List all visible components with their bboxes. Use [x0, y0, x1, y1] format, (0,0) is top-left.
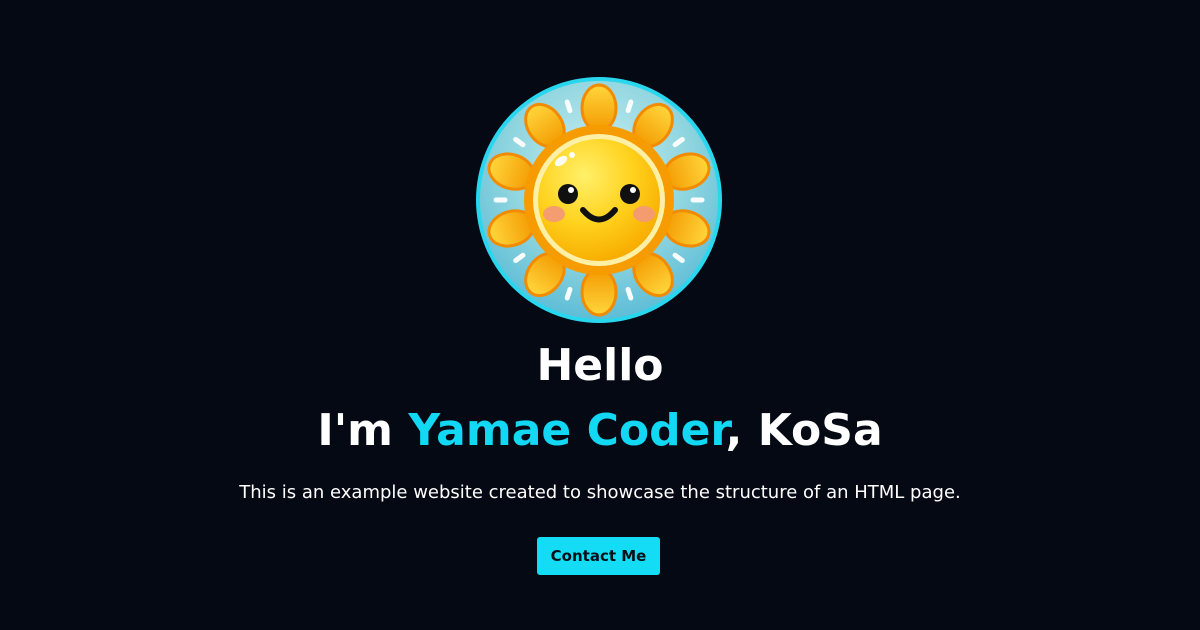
intro-suffix: , KoSa [725, 405, 883, 456]
avatar [474, 75, 724, 325]
smiling-sun-icon [476, 77, 722, 323]
contact-me-button[interactable]: Contact Me [537, 537, 660, 575]
greeting-heading: Hello [536, 340, 664, 391]
intro-heading: I'm Yamae Coder, KoSa [0, 400, 1200, 462]
hero-section: Hello I'm Yamae Coder, KoSa This is an e… [0, 0, 1200, 630]
highlighted-name: Yamae Coder [408, 405, 726, 456]
intro-description: This is an example website created to sh… [239, 482, 961, 503]
intro-prefix: I'm [317, 405, 409, 456]
